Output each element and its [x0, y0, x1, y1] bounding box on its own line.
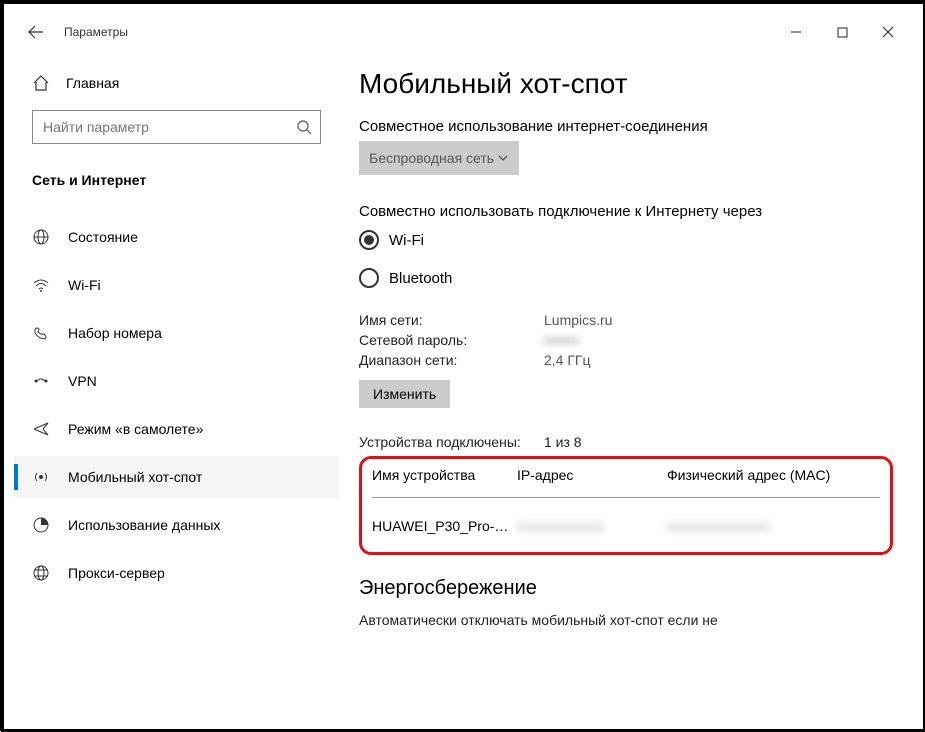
sidebar-item-status[interactable]: Состояние	[14, 216, 339, 258]
radio-icon	[359, 268, 379, 288]
cell-mac: xxxxxxxxxxxxx	[667, 518, 880, 534]
radio-bluetooth[interactable]: Bluetooth	[359, 268, 893, 288]
home-icon	[32, 74, 50, 92]
dialup-icon	[32, 324, 50, 342]
home-label: Главная	[66, 75, 119, 91]
proxy-icon	[32, 564, 50, 582]
cell-device-name: HUAWEI_P30_Pro-…	[372, 518, 517, 534]
back-button[interactable]	[26, 22, 46, 42]
network-password-key: Сетевой пароль:	[359, 332, 544, 348]
network-band-row: Диапазон сети: 2,4 ГГц	[359, 352, 893, 368]
table-header: Имя устройства IP-адрес Физический адрес…	[372, 467, 880, 498]
network-band-key: Диапазон сети:	[359, 352, 544, 368]
window-title: Параметры	[64, 25, 128, 39]
content-area: Мобильный хот-спот Совместное использова…	[339, 56, 913, 719]
sidebar-item-label: Мобильный хот-спот	[68, 469, 202, 485]
energy-saving-title: Энергосбережение	[359, 577, 893, 600]
devices-connected-key: Устройства подключены:	[359, 434, 544, 450]
edit-button[interactable]: Изменить	[359, 380, 450, 408]
sidebar-item-dialup[interactable]: Набор номера	[14, 312, 339, 354]
sidebar-item-label: Прокси-сервер	[68, 565, 165, 581]
minimize-button[interactable]	[773, 17, 819, 47]
sidebar-item-label: Wi-Fi	[68, 277, 101, 293]
maximize-button[interactable]	[819, 17, 865, 47]
network-password-row: Сетевой пароль: ••••••	[359, 332, 893, 348]
devices-connected-row: Устройства подключены: 1 из 8	[359, 434, 893, 450]
vpn-icon	[32, 372, 50, 390]
column-mac: Физический адрес (MAC)	[667, 467, 880, 483]
sidebar-item-vpn[interactable]: VPN	[14, 360, 339, 402]
airplane-icon	[32, 420, 50, 438]
share-over-label: Совместно использовать подключение к Инт…	[359, 203, 893, 220]
sidebar-item-label: Набор номера	[68, 325, 162, 341]
sidebar: Главная Сеть и Интернет Состояние Wi	[14, 56, 339, 719]
table-row: HUAWEI_P30_Pro-… xxxxxxxxxxx xxxxxxxxxxx…	[372, 498, 880, 534]
chevron-down-icon	[497, 152, 509, 164]
sidebar-item-wifi[interactable]: Wi-Fi	[14, 264, 339, 306]
sidebar-item-proxy[interactable]: Прокси-сервер	[14, 552, 339, 594]
globe-icon	[32, 228, 50, 246]
sidebar-category: Сеть и Интернет	[14, 164, 339, 196]
share-connection-label: Совместное использование интернет-соедин…	[359, 118, 893, 135]
devices-table-highlight: Имя устройства IP-адрес Физический адрес…	[359, 456, 893, 555]
sidebar-item-label: Режим «в самолете»	[68, 421, 203, 437]
sidebar-item-label: Состояние	[68, 229, 138, 245]
hotspot-icon	[32, 468, 50, 486]
devices-connected-value: 1 из 8	[544, 434, 582, 450]
dropdown-value: Беспроводная сеть	[369, 150, 494, 166]
data-usage-icon	[32, 516, 50, 534]
share-connection-dropdown[interactable]: Беспроводная сеть	[359, 141, 519, 175]
page-title: Мобильный хот-спот	[359, 68, 893, 100]
column-ip: IP-адрес	[517, 467, 667, 483]
network-name-value: Lumpics.ru	[544, 312, 612, 328]
sidebar-item-data-usage[interactable]: Использование данных	[14, 504, 339, 546]
search-input[interactable]	[43, 119, 296, 135]
radio-bluetooth-label: Bluetooth	[389, 270, 452, 287]
search-box[interactable]	[32, 110, 321, 144]
sidebar-home[interactable]: Главная	[14, 66, 339, 100]
network-password-value: ••••••	[544, 332, 579, 348]
titlebar: Параметры	[14, 14, 913, 50]
network-band-value: 2,4 ГГц	[544, 352, 591, 368]
sidebar-item-label: Использование данных	[68, 517, 220, 533]
energy-saving-desc: Автоматически отключать мобильный хот-сп…	[359, 612, 893, 628]
radio-wifi[interactable]: Wi-Fi	[359, 230, 893, 250]
network-name-key: Имя сети:	[359, 312, 544, 328]
sidebar-item-airplane[interactable]: Режим «в самолете»	[14, 408, 339, 450]
close-button[interactable]	[865, 17, 911, 47]
wifi-icon	[32, 276, 50, 294]
network-name-row: Имя сети: Lumpics.ru	[359, 312, 893, 328]
cell-ip: xxxxxxxxxxx	[517, 518, 667, 534]
radio-icon	[359, 230, 379, 250]
search-icon	[296, 119, 312, 135]
radio-wifi-label: Wi-Fi	[389, 232, 424, 249]
sidebar-item-hotspot[interactable]: Мобильный хот-спот	[14, 456, 339, 498]
column-device-name: Имя устройства	[372, 467, 517, 483]
sidebar-item-label: VPN	[68, 373, 97, 389]
